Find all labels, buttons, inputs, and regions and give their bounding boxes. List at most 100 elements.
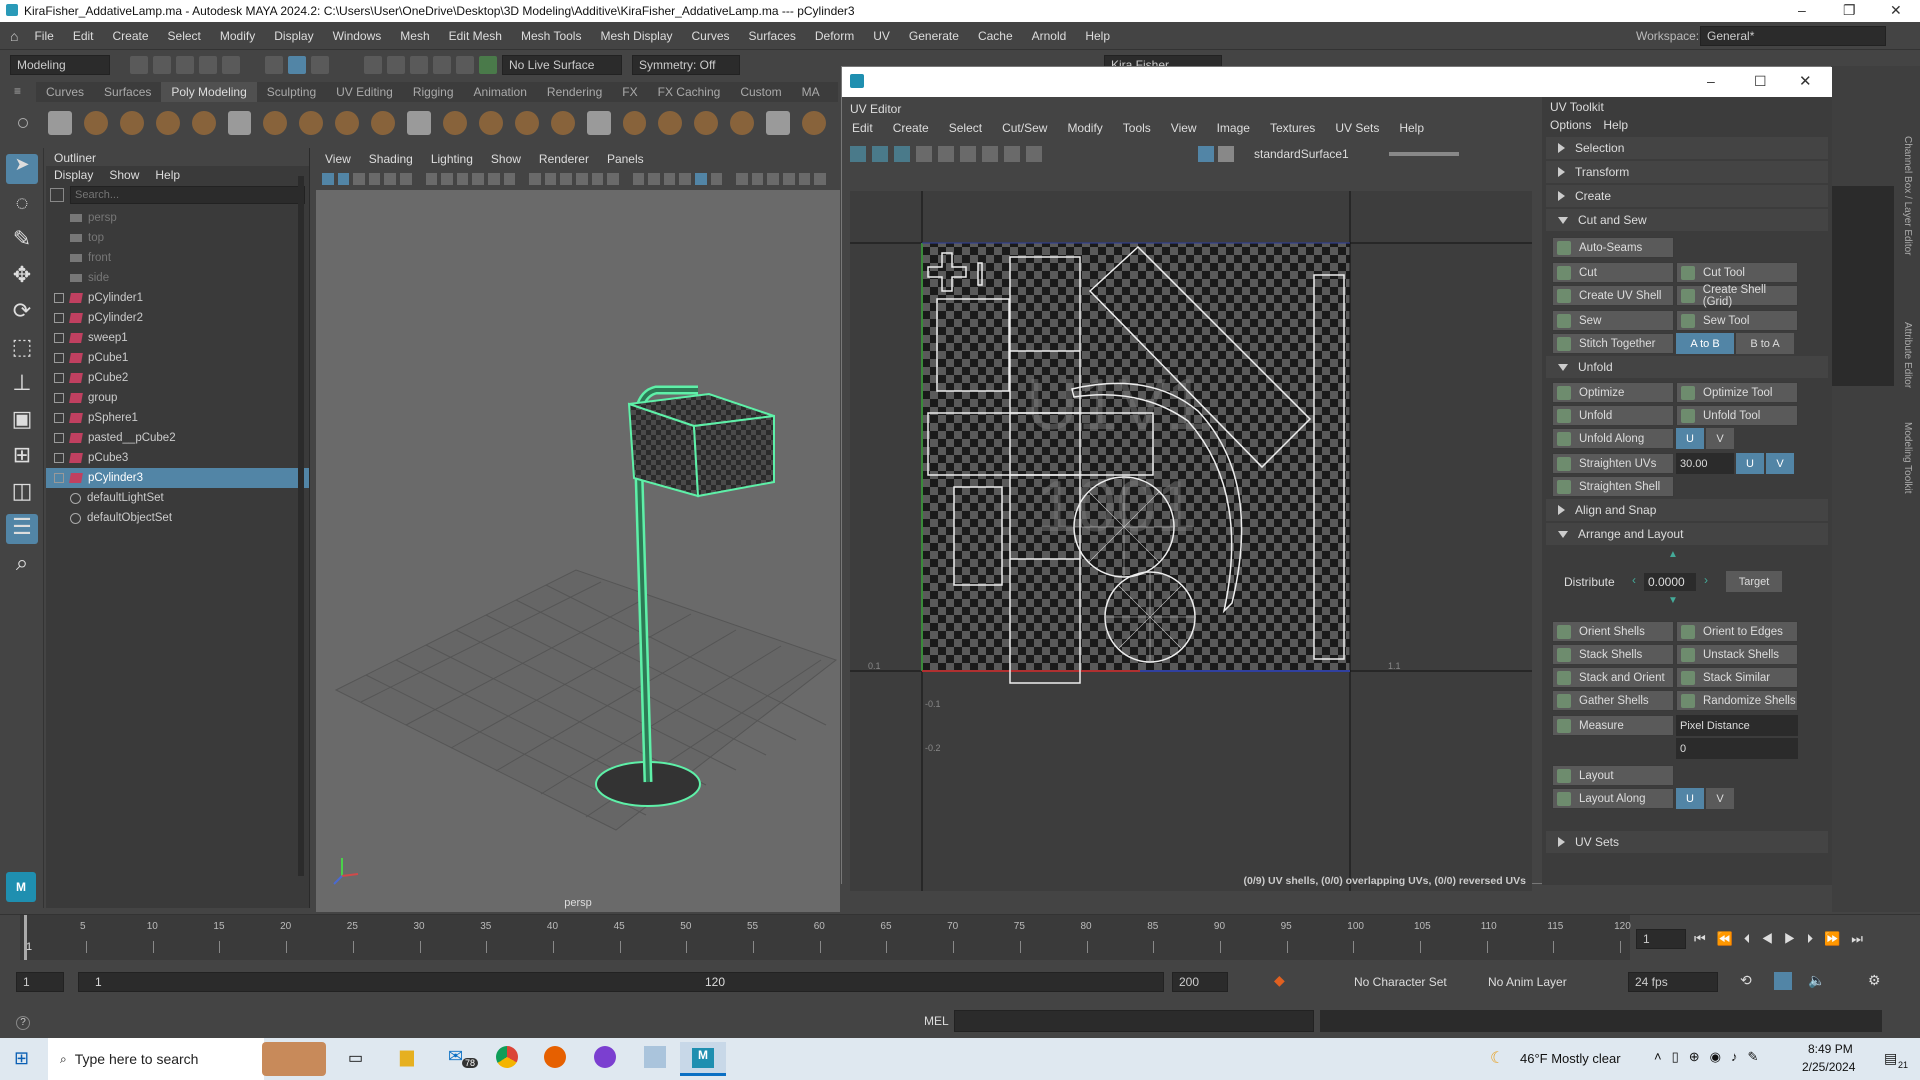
viewport-tool-icon[interactable] <box>425 173 438 185</box>
button-gather-shells[interactable]: Gather Shells <box>1552 690 1674 711</box>
expand-icon[interactable] <box>54 353 64 363</box>
measure-mode-select[interactable]: Pixel Distance <box>1676 715 1798 736</box>
button-unfold[interactable]: Unfold <box>1552 405 1674 426</box>
undo-icon[interactable] <box>199 56 217 74</box>
firefox-icon[interactable] <box>544 1046 566 1068</box>
menu-generate[interactable]: Generate <box>909 29 959 43</box>
target-button[interactable]: Target <box>1726 571 1782 592</box>
uv-menu-edit[interactable]: Edit <box>852 121 873 135</box>
character-set-select[interactable]: No Character Set <box>1354 975 1447 989</box>
shelf-tab-animation[interactable]: Animation <box>464 82 537 102</box>
shelf-tool-icon[interactable] <box>658 111 683 135</box>
app-icon[interactable] <box>644 1046 666 1068</box>
select-object-icon[interactable] <box>288 56 306 74</box>
chrome-icon[interactable] <box>496 1046 518 1068</box>
button-layout-along[interactable]: Layout Along <box>1552 788 1674 809</box>
viewport-tool-icon[interactable] <box>814 173 826 185</box>
shelf-tool-icon[interactable] <box>766 111 791 135</box>
button-orient-shells[interactable]: Orient Shells <box>1552 621 1674 642</box>
outliner-item-side[interactable]: side <box>46 268 309 288</box>
straighten-angle-field[interactable]: 30.00 <box>1676 453 1734 474</box>
uv-menu-help[interactable]: Help <box>1399 121 1424 135</box>
viewport-tool-icon[interactable] <box>487 173 500 185</box>
shelf-tab-poly-modeling[interactable]: Poly Modeling <box>161 82 257 102</box>
viewport-menu-view[interactable]: View <box>325 152 351 166</box>
viewport-tool-icon[interactable] <box>767 173 780 185</box>
shelf-settings-icon[interactable] <box>18 118 28 128</box>
command-input[interactable] <box>954 1010 1314 1032</box>
time-slider[interactable]: 5 10 15 20 25 30 35 40 45 50 55 60 65 70 75 80 85 90 95 100… <box>0 914 1920 961</box>
search-icon[interactable]: ⌕ <box>6 550 38 580</box>
menu-surfaces[interactable]: Surfaces <box>749 29 796 43</box>
viewport-tool-icon[interactable] <box>751 173 764 185</box>
menu-windows[interactable]: Windows <box>333 29 382 43</box>
uv-maximize-icon[interactable]: ☐ <box>1754 73 1767 90</box>
viewport-tool-icon[interactable] <box>456 173 469 185</box>
section-cut_sew[interactable]: Cut and Sew <box>1546 209 1828 231</box>
shelf-tool-icon[interactable] <box>622 111 647 135</box>
button-straighten-shell[interactable]: Straighten Shell <box>1552 476 1674 497</box>
button-stitch[interactable]: Stitch Together <box>1552 333 1674 354</box>
menu-uv[interactable]: UV <box>873 29 890 43</box>
section-transform[interactable]: Transform <box>1546 161 1828 183</box>
menu-modify[interactable]: Modify <box>220 29 255 43</box>
outliner-menu-help[interactable]: Help <box>155 168 180 182</box>
distribute-value-field[interactable]: 0.0000 <box>1644 573 1696 591</box>
viewport-tool-icon[interactable] <box>441 173 453 185</box>
expand-icon[interactable] <box>54 333 64 343</box>
discord-icon[interactable] <box>594 1046 616 1068</box>
uv-menu-uv-sets[interactable]: UV Sets <box>1335 121 1379 135</box>
button-layout[interactable]: Layout <box>1552 765 1674 786</box>
viewport-tool-icon[interactable] <box>591 173 604 185</box>
shelf-tab-surfaces[interactable]: Surfaces <box>94 82 161 102</box>
uv-tool-icon[interactable] <box>1004 146 1020 162</box>
playback-controls[interactable]: ⏮⏪⏴◀▶⏵⏩⏭ <box>1694 931 1874 947</box>
shelf-tool-icon[interactable] <box>371 111 396 135</box>
outliner-search-input[interactable] <box>70 186 305 204</box>
button-a-to-b[interactable]: A to B <box>1676 333 1734 354</box>
viewport-tool-icon[interactable] <box>783 173 795 185</box>
scale-tool-icon[interactable]: ⬚ <box>6 334 38 364</box>
shelf-tool-icon[interactable] <box>83 111 108 135</box>
button-optimize-tool[interactable]: Optimize Tool <box>1676 382 1798 403</box>
mode-select[interactable]: Modeling <box>10 55 110 75</box>
menu-display[interactable]: Display <box>274 29 313 43</box>
select-component-icon[interactable] <box>311 56 329 74</box>
shelf-tab-rendering[interactable]: Rendering <box>537 82 612 102</box>
viewport-tool-icon[interactable] <box>503 173 516 185</box>
save-scene-icon[interactable] <box>176 56 194 74</box>
button-cut[interactable]: Cut <box>1552 262 1674 283</box>
snap-point-icon[interactable] <box>410 56 428 74</box>
fps-select[interactable]: 24 fps <box>1628 972 1718 992</box>
button-orient-edges[interactable]: Orient to Edges <box>1676 621 1798 642</box>
anim-layer-select[interactable]: No Anim Layer <box>1488 975 1567 989</box>
outliner-item-pcylinder1[interactable]: pCylinder1 <box>46 288 309 308</box>
menu-mesh-tools[interactable]: Mesh Tools <box>521 29 581 43</box>
outliner-scrollbar[interactable] <box>298 176 304 876</box>
filter-icon[interactable] <box>50 188 64 202</box>
viewport-tool-icon[interactable] <box>529 173 541 185</box>
shelf-tool-icon[interactable] <box>299 111 324 135</box>
shelf-tab-fx[interactable]: FX <box>612 82 647 102</box>
button-b-to-a[interactable]: B to A <box>1736 333 1794 354</box>
menu-curves[interactable]: Curves <box>692 29 730 43</box>
uv-menu-tools[interactable]: Tools <box>1123 121 1151 135</box>
outliner-item-defaultobjectset[interactable]: defaultObjectSet <box>46 508 309 528</box>
uv-texture-view[interactable]: U1V1 1001 0.1 1.1 -0.1 -0.2 (0/9) UV she… <box>850 191 1532 891</box>
uv-exposure-slider[interactable] <box>1388 152 1459 156</box>
viewport-tool-icon[interactable] <box>384 173 396 185</box>
start-time-field[interactable]: 1 <box>16 972 64 992</box>
task-view-icon[interactable]: ▭ <box>348 1048 363 1068</box>
viewport-menu-renderer[interactable]: Renderer <box>539 152 589 166</box>
mail-icon[interactable]: ✉ <box>448 1046 463 1067</box>
rotate-tool-icon[interactable]: ⟳ <box>6 298 38 328</box>
button-sew[interactable]: Sew <box>1552 310 1674 331</box>
tray-icons[interactable]: ˄▯⊕◉♪✎ <box>1654 1049 1768 1065</box>
snap-curve-icon[interactable] <box>387 56 405 74</box>
cache-playback-icon[interactable] <box>1774 972 1792 990</box>
menu-mesh[interactable]: Mesh <box>400 29 429 43</box>
shelf-tool-icon[interactable] <box>407 111 431 135</box>
shelf-tab-uv-editing[interactable]: UV Editing <box>326 82 403 102</box>
expand-icon[interactable] <box>54 433 64 443</box>
button-auto-seams[interactable]: Auto-Seams <box>1552 237 1674 258</box>
